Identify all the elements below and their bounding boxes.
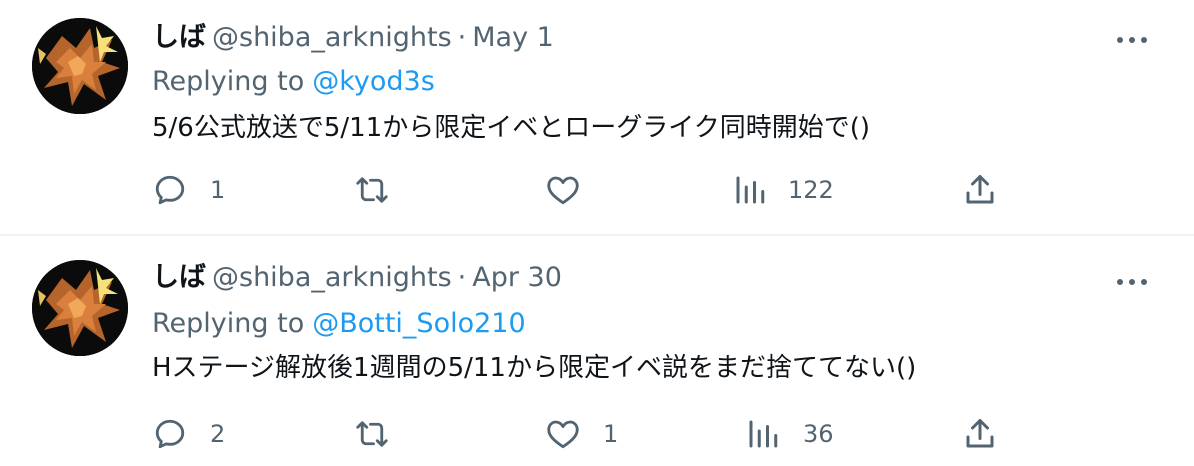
reply-count: 2 xyxy=(210,420,226,448)
retweet-button[interactable] xyxy=(354,170,412,210)
retweet-icon xyxy=(356,177,388,203)
avatar-image xyxy=(32,260,128,356)
more-horizontal-icon xyxy=(1117,279,1147,285)
views-bar-chart-icon xyxy=(749,420,778,448)
reply-bubble-icon xyxy=(155,419,185,449)
avatar-image xyxy=(32,18,128,114)
replying-to-label: Replying to xyxy=(152,66,305,97)
tweet-text: Hステージ解放後1週間の5/11から限定イベ説をまだ捨ててない() xyxy=(152,353,917,383)
replying-to-label: Replying to xyxy=(152,308,305,339)
tweet-actions: 1 122 xyxy=(0,170,1194,210)
more-horizontal-icon xyxy=(1117,37,1147,43)
heart-icon xyxy=(547,420,579,449)
reply-bubble-icon xyxy=(155,175,185,205)
tweet-date[interactable]: Apr 30 xyxy=(472,262,562,293)
separator-dot: · xyxy=(457,262,467,293)
like-button[interactable] xyxy=(545,170,603,210)
replying-to-mention[interactable]: @kyod3s xyxy=(312,66,435,97)
replying-to: Replying to @Botti_Solo210 xyxy=(152,304,526,344)
retweet-button[interactable] xyxy=(354,414,412,454)
like-count: 1 xyxy=(603,420,619,448)
user-handle[interactable]: @shiba_arknights xyxy=(212,262,452,293)
user-handle[interactable]: @shiba_arknights xyxy=(212,22,452,53)
views-button[interactable]: 122 xyxy=(732,170,834,210)
view-count: 122 xyxy=(788,176,834,204)
separator-dot: · xyxy=(457,22,467,53)
retweet-icon xyxy=(356,421,388,447)
views-bar-chart-icon xyxy=(736,176,765,204)
share-button[interactable] xyxy=(962,170,998,210)
view-count: 36 xyxy=(803,420,834,448)
replying-to-mention[interactable]: @Botti_Solo210 xyxy=(312,308,525,339)
heart-icon xyxy=(547,176,579,205)
display-name[interactable]: しば xyxy=(152,22,206,53)
tweet-text: 5/6公式放送で5/11から限定イベとローグライク同時開始で() xyxy=(152,113,870,143)
tweet-actions: 2 1 36 xyxy=(0,414,1194,454)
tweet-header: しば @shiba_arknights · May 1 xyxy=(152,18,554,58)
share-button[interactable] xyxy=(962,414,998,454)
reply-button[interactable]: 2 xyxy=(152,414,225,454)
tweet[interactable]: しば @shiba_arknights · May 1 Replying to @kyo… xyxy=(0,0,1194,234)
share-upload-icon xyxy=(966,419,994,448)
reply-count: 1 xyxy=(210,176,226,204)
views-button[interactable]: 36 xyxy=(745,414,834,454)
tweet-header: しば @shiba_arknights · Apr 30 xyxy=(152,258,562,298)
reply-button[interactable]: 1 xyxy=(152,170,225,210)
share-upload-icon xyxy=(966,175,994,204)
tweet-date[interactable]: May 1 xyxy=(472,22,554,53)
tweet[interactable]: しば @shiba_arknights · Apr 30 Replying to @Bo… xyxy=(0,236,1194,466)
replying-to: Replying to @kyod3s xyxy=(152,62,435,102)
more-options-button[interactable] xyxy=(1114,30,1150,50)
display-name[interactable]: しば xyxy=(152,262,206,293)
avatar[interactable] xyxy=(32,260,128,356)
like-button[interactable]: 1 xyxy=(545,414,618,454)
avatar[interactable] xyxy=(32,18,128,114)
more-options-button[interactable] xyxy=(1114,272,1150,292)
